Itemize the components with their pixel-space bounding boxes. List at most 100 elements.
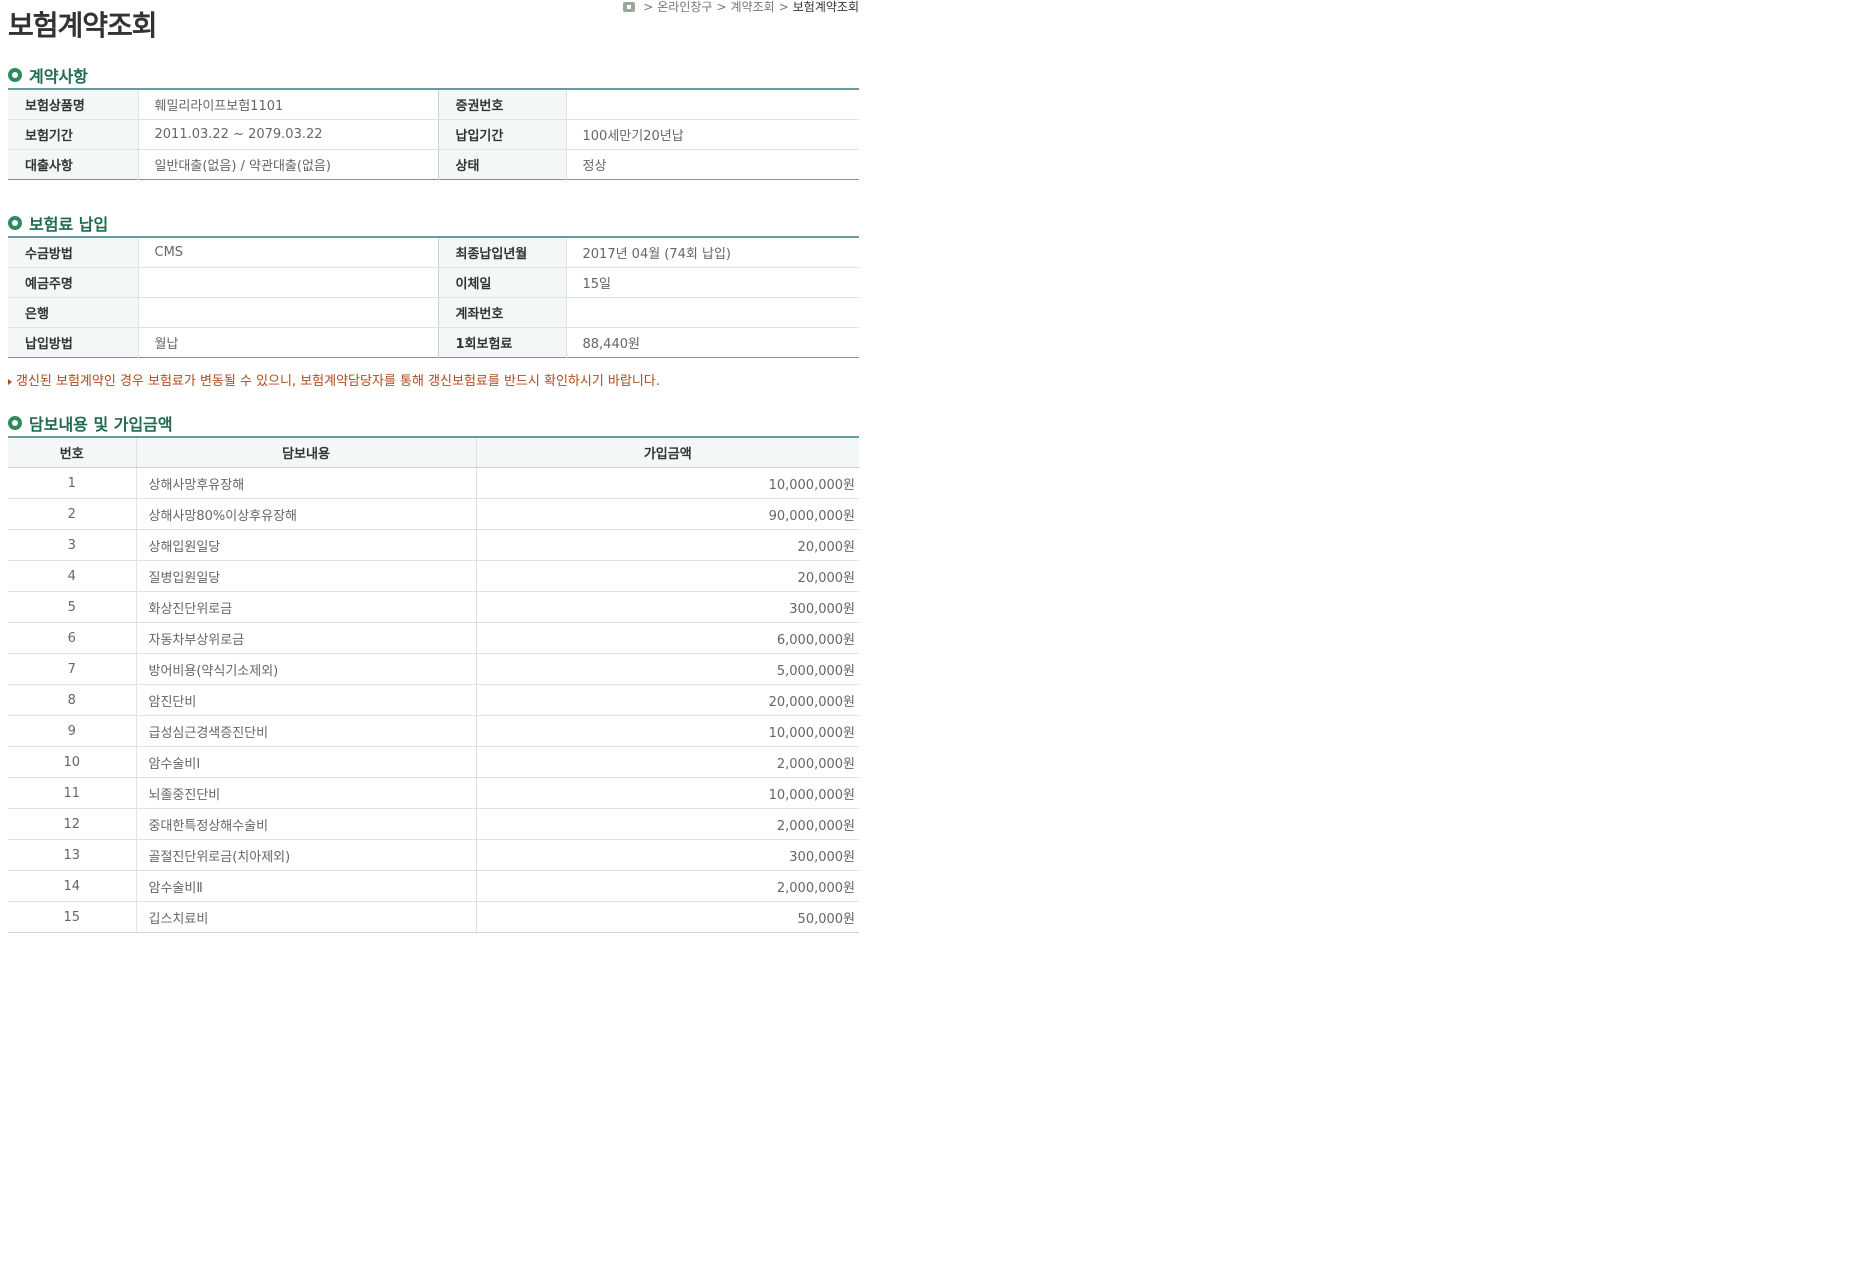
coverage-number: 10 xyxy=(8,746,136,778)
field-label: 1회보험료 xyxy=(437,327,566,358)
section-title-contract: 계약사항 xyxy=(8,62,859,88)
breadcrumb-item-online-window[interactable]: 온라인창구 xyxy=(657,0,712,14)
coverage-number: 2 xyxy=(8,498,136,530)
breadcrumb-current: 보험계약조회 xyxy=(792,0,859,14)
field-value: 15일 xyxy=(565,267,859,298)
field-value: 2011.03.22 ~ 2079.03.22 xyxy=(137,119,438,150)
section-title-text: 계약사항 xyxy=(29,67,88,86)
breadcrumb-item-contract-inquiry[interactable]: 계약조회 xyxy=(731,0,775,14)
coverage-number: 12 xyxy=(8,808,136,840)
field-label: 보험기간 xyxy=(8,119,138,150)
table-row: 13 골절진단위로금(치아제외) 300,000원 xyxy=(8,839,859,871)
table-row: 8 암진단비 20,000,000원 xyxy=(8,684,859,716)
section-bullet-icon xyxy=(8,216,22,230)
field-value: 훼밀리라이프보험1101 xyxy=(137,89,438,120)
coverage-number: 9 xyxy=(8,715,136,747)
breadcrumb: > 온라인창구 > 계약조회 > 보험계약조회 xyxy=(623,0,859,14)
field-label: 보험상품명 xyxy=(8,89,138,120)
table-row: 7 방어비용(약식기소제외) 5,000,000원 xyxy=(8,653,859,685)
table-row: 4 질병입원일당 20,000원 xyxy=(8,560,859,592)
info-row: 은행 계좌번호 xyxy=(8,297,859,328)
coverage-amount: 2,000,000원 xyxy=(475,870,859,902)
coverage-name: 암진단비 xyxy=(135,684,476,716)
coverage-number: 13 xyxy=(8,839,136,871)
coverage-header-row: 번호 담보내용 가입금액 xyxy=(8,437,859,468)
coverage-name: 방어비용(약식기소제외) xyxy=(135,653,476,685)
field-value xyxy=(565,297,859,328)
notice-text: 갱신된 보험계약인 경우 보험료가 변동될 수 있으니, 보험계약담당자를 통해… xyxy=(16,374,660,389)
coverage-amount: 2,000,000원 xyxy=(475,746,859,778)
coverage-number: 15 xyxy=(63,909,81,925)
section-bullet-icon xyxy=(8,68,22,82)
field-label: 수금방법 xyxy=(8,237,138,268)
breadcrumb-separator: > xyxy=(643,0,654,14)
coverage-number: 8 xyxy=(8,684,136,716)
coverage-amount: 10,000,000원 xyxy=(475,715,859,747)
coverage-amount: 10,000,000원 xyxy=(475,467,859,499)
coverage-amount: 5,000,000원 xyxy=(475,653,859,685)
field-value: 정상 xyxy=(565,149,859,180)
coverage-name: 상해사망80%이상후유장해 xyxy=(135,498,476,530)
field-value: CMS xyxy=(137,237,438,268)
table-row: 9 급성심근경색증진단비 10,000,000원 xyxy=(8,715,859,747)
coverage-number: 4 xyxy=(8,560,136,592)
coverage-name: 급성심근경색증진단비 xyxy=(135,715,476,747)
field-label: 대출사항 xyxy=(8,149,138,180)
coverage-name: 상해사망후유장해 xyxy=(135,467,476,499)
info-row: 보험기간 2011.03.22 ~ 2079.03.22 납입기간 100세만기20년… xyxy=(8,119,859,150)
coverage-name: 암수술비Ⅰ xyxy=(135,746,476,778)
column-header-coverage: 담보내용 xyxy=(135,437,476,468)
coverage-name: 화상진단위로금 xyxy=(135,591,476,623)
coverage-name: 질병입원일당 xyxy=(135,560,476,592)
coverage-amount: 50,000원 xyxy=(475,901,859,933)
field-label: 예금주명 xyxy=(8,267,138,298)
table-row: 3 상해입원일당 20,000원 xyxy=(8,529,859,561)
coverage-amount: 20,000원 xyxy=(475,560,859,592)
coverage-amount: 10,000,000원 xyxy=(475,777,859,809)
column-header-amount: 가입금액 xyxy=(475,437,859,468)
field-value: 100세만기20년납 xyxy=(565,119,859,150)
coverage-name: 뇌졸중진단비 xyxy=(135,777,476,809)
coverage-number: 3 xyxy=(8,529,136,561)
page-header: 보험계약조회 > 온라인창구 > 계약조회 > 보험계약조회 xyxy=(8,0,859,62)
section-title-text: 보험료 납입 xyxy=(29,215,109,234)
page: 보험계약조회 > 온라인창구 > 계약조회 > 보험계약조회 계약사항 보험상품명 훼밀리라… xyxy=(8,0,859,933)
field-label: 은행 xyxy=(8,297,138,328)
field-value xyxy=(137,297,438,328)
info-row: 예금주명 이체일 15일 xyxy=(8,267,859,298)
field-label: 상태 xyxy=(437,149,566,180)
info-row: 대출사항 일반대출(없음) / 약관대출(없음) 상태 정상 xyxy=(8,149,859,180)
column-header-number: 번호 xyxy=(8,437,136,468)
notice-arrow-icon xyxy=(8,379,12,385)
coverage-amount: 6,000,000원 xyxy=(475,622,859,654)
section-bullet-icon xyxy=(8,416,22,430)
coverage-name: 자동차부상위로금 xyxy=(135,622,476,654)
table-row: 15 깁스치료비 50,000원 xyxy=(8,901,859,933)
field-value: 88,440원 xyxy=(565,327,859,358)
coverage-amount: 2,000,000원 xyxy=(475,808,859,840)
coverage-amount: 300,000원 xyxy=(475,591,859,623)
table-row: 11 뇌졸중진단비 10,000,000원 xyxy=(8,777,859,809)
coverage-number: 5 xyxy=(8,591,136,623)
section-title-payment: 보험료 납입 xyxy=(8,210,859,236)
breadcrumb-separator: > xyxy=(778,0,789,14)
table-row: 10 암수술비Ⅰ 2,000,000원 xyxy=(8,746,859,778)
coverage-number: 7 xyxy=(8,653,136,685)
home-icon[interactable] xyxy=(623,2,636,12)
section-title-coverage: 담보내용 및 가입금액 xyxy=(8,410,859,436)
coverage-number: 14 xyxy=(8,870,136,902)
field-value: 일반대출(없음) / 약관대출(없음) xyxy=(137,149,438,180)
premium-change-notice: 갱신된 보험계약인 경우 보험료가 변동될 수 있으니, 보험계약담당자를 통해… xyxy=(8,370,859,394)
field-value xyxy=(565,89,859,120)
coverage-table: 번호 담보내용 가입금액 1 상해사망후유장해 10,000,000원 2 상해사망80… xyxy=(8,436,859,933)
coverage-amount: 20,000,000원 xyxy=(475,684,859,716)
table-row: 1 상해사망후유장해 10,000,000원 xyxy=(8,467,859,499)
coverage-name: 깁스치료비 xyxy=(135,901,476,933)
field-label: 납입방법 xyxy=(8,327,138,358)
breadcrumb-separator: > xyxy=(716,0,727,14)
field-value: 월납 xyxy=(137,327,438,358)
contract-table: 보험상품명 훼밀리라이프보험1101 증권번호 보험기간 2011.03.22 ~ 20… xyxy=(8,88,859,180)
field-label: 이체일 xyxy=(437,267,566,298)
coverage-name: 암수술비Ⅱ xyxy=(135,870,476,902)
coverage-amount: 300,000원 xyxy=(475,839,859,871)
